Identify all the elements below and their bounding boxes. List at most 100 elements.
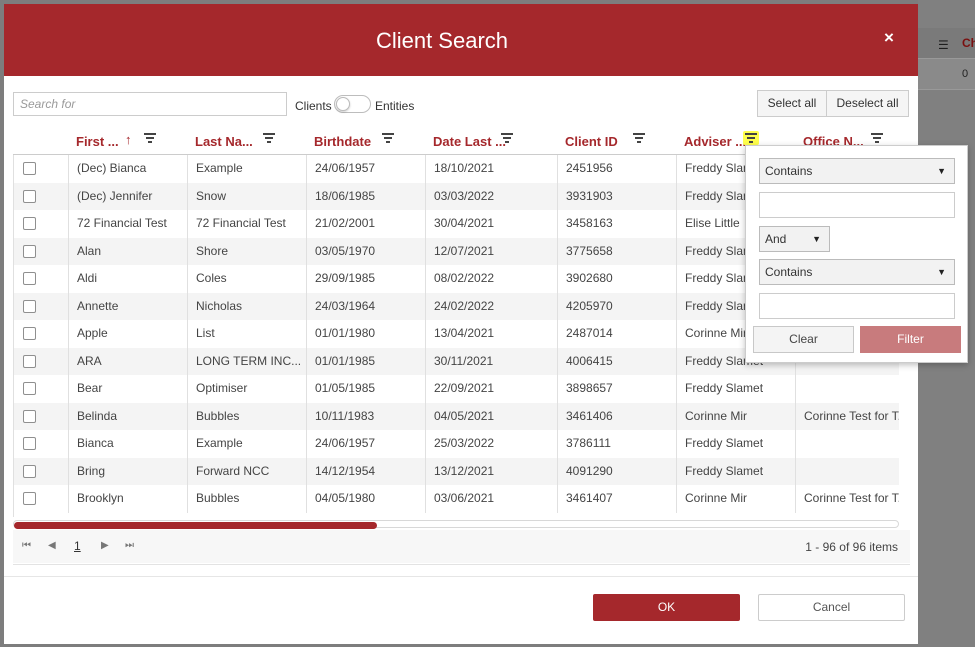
column-header-label: Birthdate	[314, 134, 372, 149]
cell-office-name	[796, 458, 899, 486]
cell-client-id: 2487014	[558, 320, 677, 348]
column-header-label: Client ID	[565, 134, 618, 149]
filter-operator-2-select[interactable]: Contains ▼	[759, 259, 955, 285]
search-input[interactable]	[13, 92, 287, 116]
row-checkbox-cell	[14, 292, 69, 320]
page-number-current[interactable]: 1	[74, 539, 81, 553]
table-row[interactable]: Brooklyn Bubbles 04/05/1980 03/06/2021 34614…	[14, 485, 899, 513]
clients-entities-toggle[interactable]	[334, 95, 371, 113]
column-header-first-name[interactable]: First ... ↑	[68, 125, 187, 155]
table-row[interactable]: Bianca Example 24/06/1957 25/03/2022 3786111…	[14, 430, 899, 458]
cell-birthdate: 03/05/1970	[307, 237, 426, 265]
filter-logic-value: And	[765, 232, 787, 246]
filter-value-1-input[interactable]	[759, 192, 955, 218]
row-checkbox-cell	[14, 210, 69, 238]
filter-operator-2-value: Contains	[765, 265, 813, 279]
first-page-icon[interactable]: ⏮	[22, 540, 31, 551]
cell-birthdate: 04/05/1980	[307, 485, 426, 513]
footer-divider	[4, 576, 918, 577]
close-icon[interactable]: ×	[884, 28, 894, 48]
entities-label: Entities	[375, 99, 415, 113]
cell-birthdate: 10/11/1983	[307, 402, 426, 430]
filter-clear-button[interactable]: Clear	[753, 326, 854, 353]
cell-adviser: Corinne Mir	[677, 402, 796, 430]
prev-page-icon[interactable]: ◀	[48, 540, 56, 551]
cell-first-name: Alan	[69, 237, 188, 265]
cell-first-name: Bring	[69, 457, 188, 485]
row-checkbox[interactable]	[23, 189, 36, 203]
cell-first-name: (Dec) Bianca	[69, 155, 188, 183]
row-checkbox[interactable]	[23, 437, 36, 450]
cell-last-name: Coles	[188, 265, 307, 293]
row-checkbox[interactable]	[23, 409, 36, 423]
cell-first-name: Belinda	[69, 402, 188, 430]
filter-value-2-input[interactable]	[759, 293, 955, 319]
filter-apply-button[interactable]: Filter	[860, 326, 961, 353]
cell-client-id: 3461406	[558, 402, 677, 430]
filter-icon[interactable]	[869, 131, 885, 145]
cell-birthdate: 01/05/1985	[307, 375, 426, 403]
filter-icon[interactable]	[631, 131, 647, 145]
row-checkbox[interactable]	[23, 162, 36, 175]
column-header-date-last[interactable]: Date Last ...	[425, 125, 557, 155]
cell-birthdate: 01/01/1985	[307, 347, 426, 375]
row-checkbox[interactable]	[23, 217, 36, 230]
table-row[interactable]: Bring Forward NCC 14/12/1954 13/12/2021 4091…	[14, 457, 899, 486]
cell-first-name: Bear	[69, 375, 188, 403]
cell-last-name: LONG TERM INC...	[188, 347, 307, 375]
dialog-title: Client Search	[375, 28, 509, 53]
column-header-last-name[interactable]: Last Na...	[187, 125, 306, 155]
cell-client-id: 4006415	[558, 347, 677, 375]
table-row[interactable]: Belinda Bubbles 10/11/1983 04/05/2021 346140…	[14, 402, 899, 431]
filter-icon[interactable]	[380, 131, 396, 145]
cell-date-last: 03/06/2021	[426, 485, 558, 513]
filter-logic-select[interactable]: And ▼	[759, 226, 830, 252]
cell-office-name: Corinne Test for T...	[796, 403, 899, 431]
column-header-birthdate[interactable]: Birthdate	[306, 125, 425, 155]
cell-last-name: Bubbles	[188, 402, 307, 430]
row-checkbox[interactable]	[23, 299, 36, 313]
cell-first-name: (Dec) Jennifer	[69, 182, 188, 210]
pager-info: 1 - 96 of 96 items	[805, 540, 898, 554]
column-header-client-id[interactable]: Client ID	[557, 125, 676, 155]
select-all-button[interactable]: Select all	[757, 90, 827, 117]
last-page-icon[interactable]: ⏭	[125, 540, 134, 551]
cell-first-name: Annette	[69, 292, 188, 320]
row-checkbox[interactable]	[23, 492, 36, 505]
row-checkbox[interactable]	[23, 464, 36, 478]
cell-first-name: 72 Financial Test	[69, 210, 188, 238]
filter-icon[interactable]	[142, 131, 158, 145]
cell-birthdate: 18/06/1985	[307, 182, 426, 210]
sort-ascending-icon: ↑	[125, 132, 132, 147]
clients-label: Clients	[295, 99, 332, 113]
scrollbar-thumb[interactable]	[14, 522, 378, 529]
row-checkbox[interactable]	[23, 244, 36, 258]
horizontal-scrollbar[interactable]	[13, 520, 899, 529]
cell-birthdate: 14/12/1954	[307, 457, 426, 485]
next-page-icon[interactable]: ▶	[101, 540, 109, 551]
row-checkbox[interactable]	[23, 327, 36, 340]
cell-client-id: 3931903	[558, 182, 677, 210]
row-checkbox[interactable]	[23, 382, 36, 395]
ok-button[interactable]: OK	[593, 594, 740, 621]
cell-client-id: 3786111	[558, 430, 677, 458]
table-row[interactable]: Bear Optimiser 01/05/1985 22/09/2021 3898657…	[14, 375, 899, 403]
row-checkbox-cell	[14, 265, 69, 293]
filter-icon[interactable]	[743, 131, 759, 145]
row-checkbox[interactable]	[23, 354, 36, 368]
cell-adviser: Corinne Mir	[677, 485, 796, 513]
cell-first-name: Bianca	[69, 430, 188, 458]
filter-icon[interactable]	[261, 131, 277, 145]
cell-last-name: List	[188, 320, 307, 348]
cell-client-id: 3775658	[558, 237, 677, 265]
cancel-button[interactable]: Cancel	[758, 594, 905, 621]
cell-client-id: 4091290	[558, 457, 677, 485]
cell-client-id: 3461407	[558, 485, 677, 513]
cell-date-last: 25/03/2022	[426, 430, 558, 458]
cell-birthdate: 24/06/1957	[307, 430, 426, 458]
filter-operator-1-select[interactable]: Contains ▼	[759, 158, 955, 184]
filter-icon[interactable]	[499, 131, 515, 145]
row-checkbox[interactable]	[23, 272, 36, 285]
deselect-all-button[interactable]: Deselect all	[826, 90, 909, 117]
cell-date-last: 12/07/2021	[426, 237, 558, 265]
